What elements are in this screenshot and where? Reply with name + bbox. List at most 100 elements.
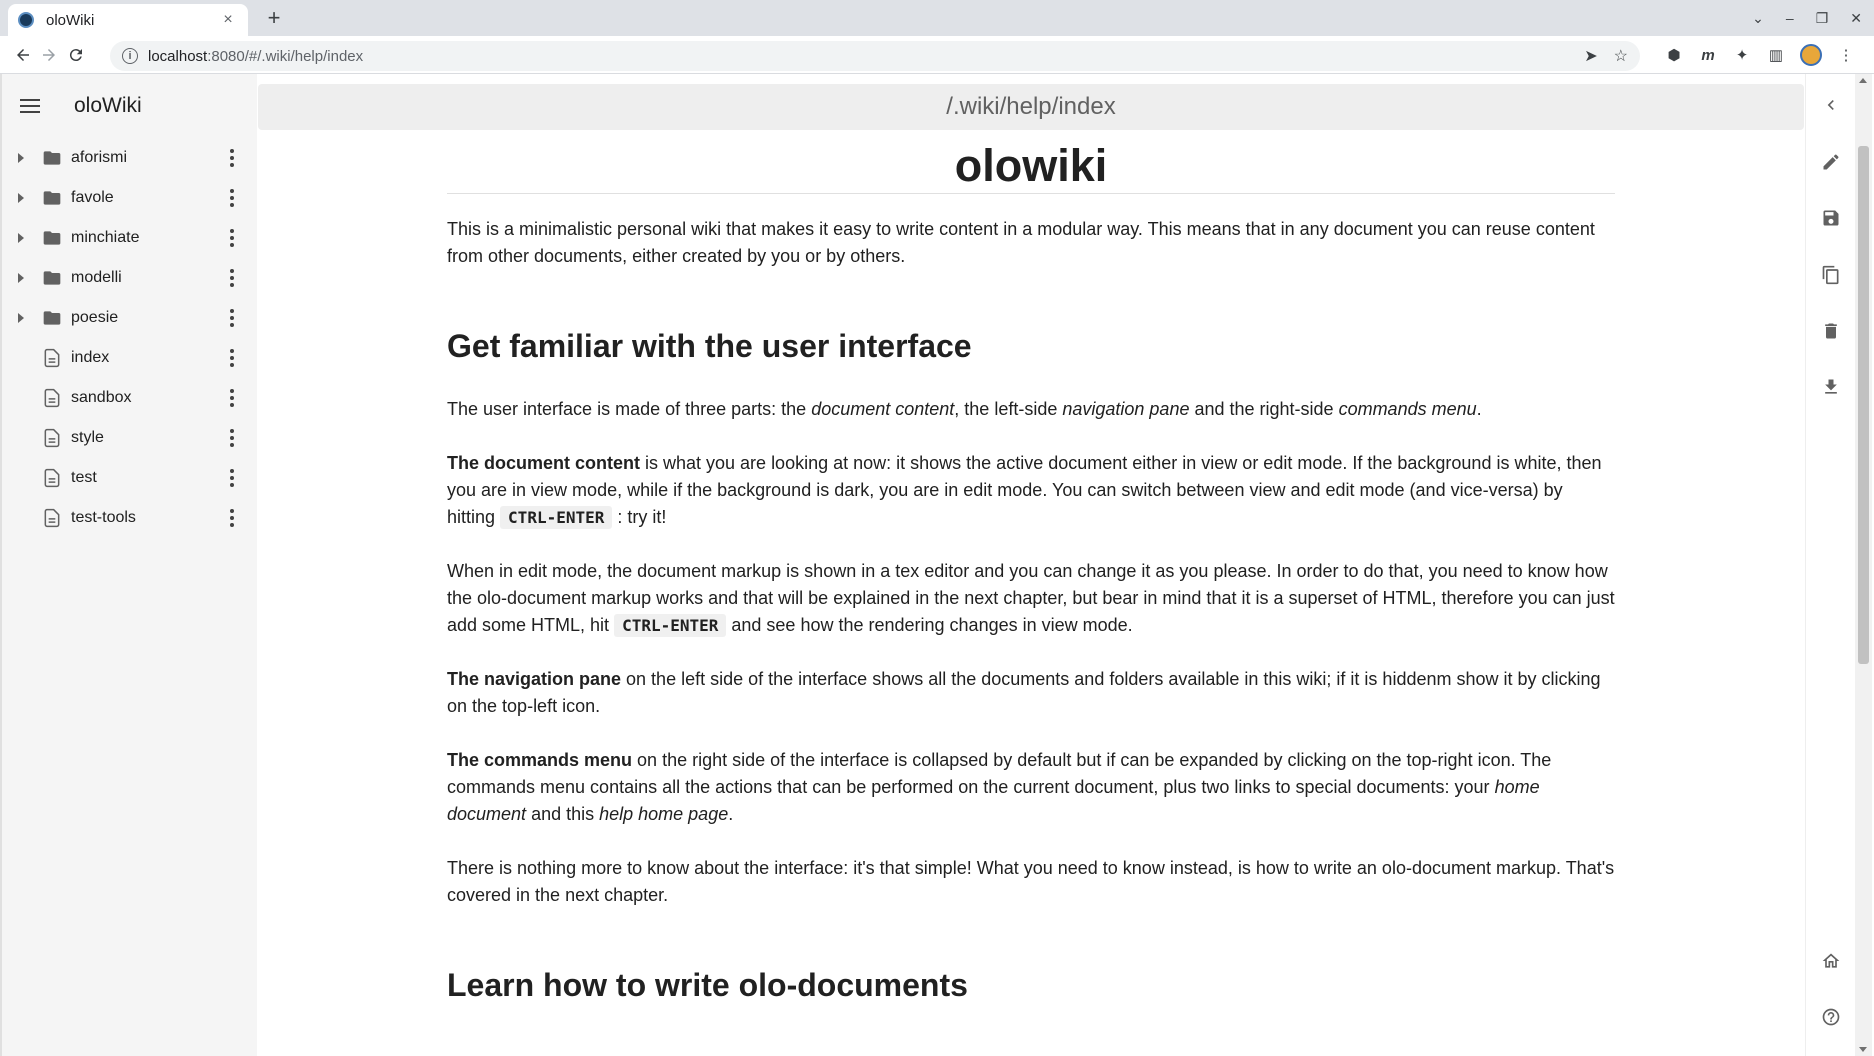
extension-m-icon[interactable]: m bbox=[1698, 45, 1718, 65]
document-icon bbox=[44, 428, 60, 448]
tree-item-label: favole bbox=[71, 189, 114, 206]
edit-button[interactable] bbox=[1820, 151, 1842, 173]
window-controls: ⌄ – ❐ ✕ bbox=[1752, 6, 1862, 30]
reload-icon bbox=[69, 49, 82, 62]
page-scrollbar[interactable] bbox=[1855, 74, 1872, 1056]
site-info-icon[interactable]: i bbox=[122, 48, 138, 64]
tree-item-style[interactable]: style bbox=[2, 418, 257, 458]
tree-item-index[interactable]: index bbox=[2, 338, 257, 378]
item-options-icon[interactable] bbox=[230, 189, 234, 207]
help-icon bbox=[1822, 1008, 1840, 1026]
item-options-icon[interactable] bbox=[230, 429, 234, 447]
minimize-icon[interactable]: – bbox=[1786, 6, 1794, 30]
tree-item-label: sandbox bbox=[71, 389, 132, 406]
document-content: olowiki This is a minimalistic personal … bbox=[258, 138, 1804, 1056]
collapse-commands-button[interactable] bbox=[1820, 94, 1842, 116]
paragraph-ui-parts: The user interface is made of three part… bbox=[447, 399, 1482, 419]
item-options-icon[interactable] bbox=[230, 349, 234, 367]
tree-item-favole[interactable]: favole bbox=[2, 178, 257, 218]
copy-icon bbox=[1822, 265, 1839, 285]
folder-icon bbox=[43, 191, 61, 205]
arrow-right-icon bbox=[43, 49, 55, 61]
tree-item-test-tools[interactable]: test-tools bbox=[2, 498, 257, 538]
copy-button[interactable] bbox=[1820, 264, 1842, 286]
hamburger-menu-icon[interactable] bbox=[20, 99, 40, 113]
pencil-icon bbox=[1823, 154, 1839, 170]
document-icon bbox=[44, 468, 60, 488]
document-icon bbox=[44, 508, 60, 528]
expand-caret-icon[interactable] bbox=[18, 273, 24, 283]
scroll-down-arrow-icon[interactable] bbox=[1859, 1047, 1867, 1052]
download-button[interactable] bbox=[1820, 376, 1842, 398]
delete-button[interactable] bbox=[1820, 320, 1842, 342]
expand-caret-icon[interactable] bbox=[18, 313, 24, 323]
sidebar-header: oloWiki bbox=[2, 74, 257, 138]
olowiki-favicon-icon bbox=[18, 12, 34, 28]
download-icon bbox=[1825, 379, 1837, 394]
scrollbar-thumb[interactable] bbox=[1858, 146, 1869, 664]
tree-item-minchiate[interactable]: minchiate bbox=[2, 218, 257, 258]
tree-item-test[interactable]: test bbox=[2, 458, 257, 498]
paragraph-edit-mode: When in edit mode, the document markup i… bbox=[447, 561, 1615, 637]
ctrl-enter-shortcut: CTRL-ENTER bbox=[614, 614, 727, 637]
home-button[interactable] bbox=[1820, 950, 1842, 972]
maximize-icon[interactable]: ❐ bbox=[1816, 6, 1829, 30]
extension-cube-icon[interactable]: ⬢ bbox=[1664, 45, 1684, 65]
scroll-up-arrow-icon[interactable] bbox=[1859, 78, 1867, 83]
commands-menu bbox=[1805, 74, 1855, 1056]
item-options-icon[interactable] bbox=[230, 309, 234, 327]
help-button[interactable] bbox=[1820, 1006, 1842, 1028]
tree-item-sandbox[interactable]: sandbox bbox=[2, 378, 257, 418]
tree-item-poesie[interactable]: poesie bbox=[2, 298, 257, 338]
item-options-icon[interactable] bbox=[230, 149, 234, 167]
forward-button[interactable] bbox=[36, 42, 62, 68]
navigation-pane: oloWiki aforismi favole minchiate modell… bbox=[0, 74, 257, 1056]
item-options-icon[interactable] bbox=[230, 269, 234, 287]
item-options-icon[interactable] bbox=[230, 389, 234, 407]
browser-menu-icon[interactable]: ⋮ bbox=[1836, 45, 1856, 65]
extension-icons: ⬢ m ✦ ▥ ⋮ bbox=[1664, 42, 1856, 68]
home-icon bbox=[1822, 953, 1840, 968]
folder-icon bbox=[43, 271, 61, 285]
tree-item-aforismi[interactable]: aforismi bbox=[2, 138, 257, 178]
document-body: olowiki This is a minimalistic personal … bbox=[447, 138, 1615, 1005]
olowiki-app: oloWiki aforismi favole minchiate modell… bbox=[0, 74, 1874, 1056]
app-title: oloWiki bbox=[74, 94, 142, 117]
paragraph-commands-menu: The commands menu on the right side of t… bbox=[447, 750, 1552, 824]
tree-item-label: poesie bbox=[71, 309, 119, 326]
send-icon[interactable]: ➤ bbox=[1584, 46, 1597, 66]
expand-caret-icon[interactable] bbox=[18, 193, 24, 203]
item-options-icon[interactable] bbox=[230, 229, 234, 247]
section-heading-markup: Learn how to write olo-documents bbox=[447, 967, 968, 1003]
browser-tab[interactable]: oloWiki × bbox=[8, 4, 248, 36]
address-bar[interactable]: i localhost:8080/#/.wiki/help/index ➤ ☆ bbox=[110, 41, 1640, 71]
extensions-puzzle-icon[interactable]: ✦ bbox=[1732, 45, 1752, 65]
expand-caret-icon[interactable] bbox=[18, 153, 24, 163]
document-path-bar: /.wiki/help/index bbox=[258, 84, 1804, 130]
browser-toolbar: i localhost:8080/#/.wiki/help/index ➤ ☆ … bbox=[0, 36, 1874, 74]
arrow-left-icon bbox=[17, 49, 29, 61]
item-options-icon[interactable] bbox=[230, 509, 234, 527]
tree-item-label: minchiate bbox=[71, 229, 140, 246]
item-options-icon[interactable] bbox=[230, 469, 234, 487]
side-panel-icon[interactable]: ▥ bbox=[1766, 45, 1786, 65]
tree-item-label: style bbox=[71, 429, 104, 446]
save-icon bbox=[1823, 210, 1839, 226]
reload-button[interactable] bbox=[63, 42, 89, 68]
back-button[interactable] bbox=[10, 42, 36, 68]
profile-avatar[interactable] bbox=[1800, 44, 1822, 66]
save-button[interactable] bbox=[1820, 207, 1842, 229]
tree-item-modelli[interactable]: modelli bbox=[2, 258, 257, 298]
tree-item-label: modelli bbox=[71, 269, 122, 286]
tab-close-icon[interactable]: × bbox=[218, 11, 238, 29]
tree-item-label: test bbox=[71, 469, 97, 486]
expand-caret-icon[interactable] bbox=[18, 233, 24, 243]
tab-search-icon[interactable]: ⌄ bbox=[1752, 6, 1764, 30]
bookmark-star-icon[interactable]: ☆ bbox=[1614, 46, 1628, 66]
folder-icon bbox=[43, 231, 61, 245]
tree-item-label: aforismi bbox=[71, 149, 128, 166]
paragraph-document-content: The document content is what you are loo… bbox=[447, 453, 1602, 529]
new-tab-button[interactable]: + bbox=[262, 6, 286, 30]
close-window-icon[interactable]: ✕ bbox=[1850, 6, 1862, 30]
delete-icon bbox=[1825, 323, 1837, 339]
